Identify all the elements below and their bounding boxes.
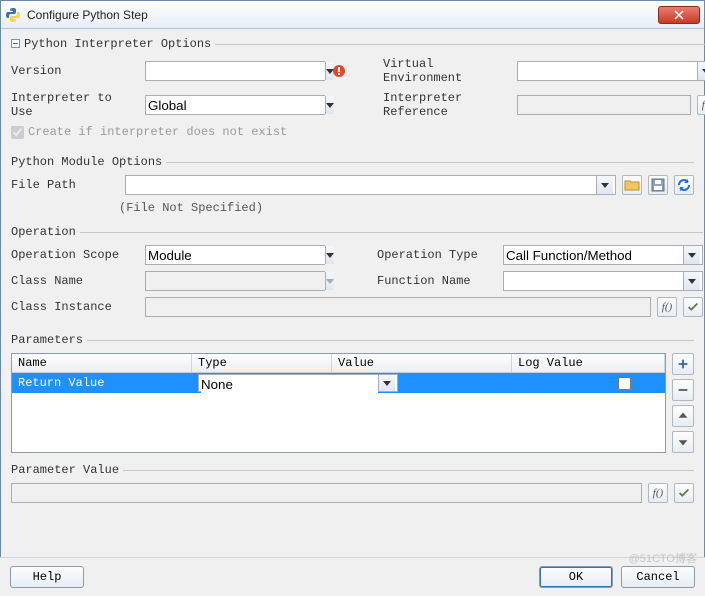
create-checkbox-label: Create if interpreter does not exist — [11, 125, 287, 139]
paramvalue-input — [11, 483, 642, 503]
titlebar: Configure Python Step — [1, 1, 704, 29]
filepath-input[interactable] — [128, 176, 596, 194]
module-options-group: Python Module Options File Path (File No… — [11, 155, 694, 217]
th-value: Value — [332, 354, 512, 372]
th-log: Log Value — [512, 354, 665, 372]
fx-button[interactable]: f() — [697, 95, 705, 115]
open-file-button[interactable] — [622, 175, 642, 195]
version-combo[interactable] — [145, 61, 325, 81]
save-button[interactable] — [648, 175, 668, 195]
interpreter-options-group: Python Interpreter Options Version Virtu… — [11, 37, 705, 147]
parameters-legend: Parameters — [11, 333, 87, 347]
cancel-button[interactable]: Cancel — [621, 566, 695, 588]
filepath-hint: (File Not Specified) — [119, 201, 694, 215]
cell-type[interactable] — [192, 373, 405, 393]
check-button[interactable] — [683, 297, 703, 317]
interpreter-legend: Python Interpreter Options — [24, 37, 211, 51]
chevron-down-icon[interactable] — [325, 246, 334, 264]
move-up-button[interactable] — [672, 405, 694, 427]
cell-log[interactable] — [585, 373, 665, 393]
scope-label: Operation Scope — [11, 248, 139, 262]
cell-name: Return Value — [12, 373, 192, 393]
remove-row-button[interactable] — [672, 379, 694, 401]
chevron-down-icon[interactable] — [325, 96, 334, 114]
optype-combo[interactable] — [503, 245, 703, 265]
class-input — [148, 272, 325, 290]
func-combo[interactable] — [503, 271, 703, 291]
window-title: Configure Python Step — [27, 8, 658, 22]
interpreter-input[interactable] — [148, 96, 325, 114]
virtualenv-combo[interactable] — [517, 61, 705, 81]
filepath-combo[interactable] — [125, 175, 616, 195]
refresh-button[interactable] — [674, 175, 694, 195]
chevron-down-icon[interactable] — [683, 246, 700, 264]
python-icon — [5, 7, 21, 23]
version-label: Version — [11, 64, 139, 78]
chevron-down-icon — [325, 272, 334, 290]
footer: Help OK Cancel — [0, 557, 705, 596]
table-header: Name Type Value Log Value — [12, 354, 665, 373]
filepath-label: File Path — [11, 178, 119, 192]
module-legend: Python Module Options — [11, 155, 166, 169]
func-input[interactable] — [506, 272, 683, 290]
parameters-table[interactable]: Name Type Value Log Value Return Value — [11, 353, 666, 453]
move-down-button[interactable] — [672, 431, 694, 453]
class-label: Class Name — [11, 274, 139, 288]
chevron-down-icon[interactable] — [697, 62, 705, 80]
interpreter-label: Interpreter to Use — [11, 91, 139, 119]
create-checkbox — [11, 126, 24, 139]
optype-input[interactable] — [506, 246, 683, 264]
virtualenv-input[interactable] — [520, 62, 697, 80]
parameters-group: Parameters Name Type Value Log Value Ret… — [11, 333, 694, 521]
collapse-icon[interactable] — [11, 39, 20, 48]
ok-button[interactable]: OK — [539, 566, 613, 588]
table-row[interactable]: Return Value — [12, 373, 665, 393]
version-input[interactable] — [148, 62, 325, 80]
paramvalue-legend: Parameter Value — [11, 463, 123, 477]
add-row-button[interactable] — [672, 353, 694, 375]
cell-value — [405, 373, 585, 393]
watermark: @51CTO博客 — [629, 550, 697, 566]
fx-button[interactable]: f() — [648, 483, 668, 503]
ref-input — [517, 95, 691, 115]
ref-label: Interpreter Reference — [383, 91, 511, 119]
class-combo — [145, 271, 325, 291]
chevron-down-icon[interactable] — [683, 272, 700, 290]
check-button[interactable] — [674, 483, 694, 503]
instance-label: Class Instance — [11, 300, 139, 314]
close-button[interactable] — [658, 6, 700, 24]
scope-combo[interactable] — [145, 245, 325, 265]
interpreter-combo[interactable] — [145, 95, 325, 115]
type-input[interactable] — [201, 375, 378, 393]
instance-input — [145, 297, 651, 317]
virtualenv-label: Virtual Environment — [383, 57, 511, 85]
error-icon — [331, 63, 347, 79]
fx-button[interactable]: f() — [657, 297, 677, 317]
scope-input[interactable] — [148, 246, 325, 264]
optype-label: Operation Type — [377, 248, 497, 262]
func-label: Function Name — [377, 274, 497, 288]
operation-legend: Operation — [11, 225, 80, 239]
th-name: Name — [12, 354, 192, 372]
log-checkbox[interactable] — [618, 377, 631, 390]
chevron-down-icon[interactable] — [596, 176, 613, 194]
help-button[interactable]: Help — [10, 566, 84, 588]
operation-group: Operation Operation Scope Operation Type… — [11, 225, 703, 325]
paramvalue-group: Parameter Value f() — [11, 463, 694, 511]
chevron-down-icon[interactable] — [378, 375, 395, 391]
th-type: Type — [192, 354, 332, 372]
